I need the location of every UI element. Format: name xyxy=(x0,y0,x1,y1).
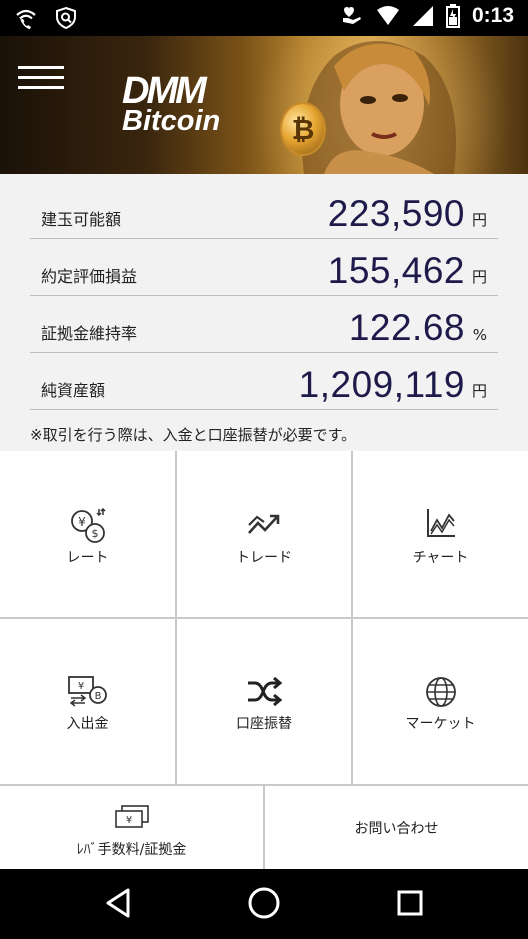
android-nav-bar xyxy=(0,869,528,939)
svg-text:¥: ¥ xyxy=(125,815,131,826)
trend-chart-icon xyxy=(248,514,280,534)
account-summary: 建玉可能額 223,590 円 約定評価損益 155,462 円 証拠金維持率 … xyxy=(0,174,528,451)
summary-row-valuation-pl: 約定評価損益 155,462 円 xyxy=(30,239,498,296)
logo-line1: DMM xyxy=(122,70,207,112)
shuffle-icon xyxy=(248,677,282,707)
menu-account-transfer-button[interactable]: 口座振替 xyxy=(177,619,351,784)
row-value: 223,590 xyxy=(327,193,465,234)
header-banner: DMM Bitcoin ₿ xyxy=(0,36,528,174)
summary-row-position-capacity: 建玉可能額 223,590 円 xyxy=(30,182,498,239)
wifi-calling-icon xyxy=(16,9,36,30)
globe-icon xyxy=(425,677,456,707)
menu-market-button[interactable]: マーケット xyxy=(353,619,528,784)
bitcoin-coin-icon: ₿ xyxy=(280,102,326,156)
row-label: 証拠金維持率 xyxy=(41,324,138,343)
menu-label: チャート xyxy=(412,550,469,566)
row-label: 約定評価損益 xyxy=(41,267,138,286)
menu-chart-button[interactable]: チャート xyxy=(353,451,528,617)
dmm-bitcoin-logo: DMM Bitcoin xyxy=(122,70,250,138)
menu-trade-button[interactable]: トレード xyxy=(177,451,351,617)
menu-rate-button[interactable]: ¥ $ レート xyxy=(0,451,175,617)
svg-text:B: B xyxy=(94,691,101,702)
deposit-note: ※取引を行う際は、入金と口座振替が必要です。 xyxy=(30,426,357,444)
summary-row-net-assets: 純資産額 1,209,119 円 xyxy=(30,353,498,410)
yen-bills-icon: ¥ xyxy=(114,805,149,828)
line-chart-icon xyxy=(426,509,455,537)
svg-text:¥: ¥ xyxy=(77,681,83,692)
row-unit: % xyxy=(472,326,487,344)
home-icon[interactable] xyxy=(247,886,281,920)
status-bar: 0:13 xyxy=(0,0,528,36)
shield-search-icon xyxy=(56,6,76,30)
menu-label: お問い合わせ xyxy=(354,821,439,837)
row-unit: 円 xyxy=(471,382,487,400)
battery-icon xyxy=(445,4,460,28)
menu-label: 口座振替 xyxy=(236,716,292,732)
clock: 0:13 xyxy=(471,4,514,27)
row-label: 建玉可能額 xyxy=(41,210,122,229)
row-value: 122.68 xyxy=(348,307,465,348)
row-value: 1,209,119 xyxy=(298,364,465,405)
hamburger-icon xyxy=(18,66,64,69)
menu-label: トレード xyxy=(236,550,292,566)
wifi-icon xyxy=(376,6,399,25)
menu-deposit-withdraw-button[interactable]: ¥ B 入出金 xyxy=(0,619,175,784)
menu-label: ﾚﾊﾞ手数料/証拠金 xyxy=(76,842,187,858)
logo-line2: Bitcoin xyxy=(122,105,221,137)
recents-icon[interactable] xyxy=(397,890,423,916)
hamburger-menu-button[interactable] xyxy=(18,64,64,92)
back-icon[interactable] xyxy=(104,887,132,919)
row-label: 純資産額 xyxy=(41,381,106,400)
yen-dollar-exchange-icon: ¥ $ xyxy=(70,507,106,543)
summary-row-margin-ratio: 証拠金維持率 122.68 % xyxy=(30,296,498,353)
svg-text:¥: ¥ xyxy=(78,515,86,529)
menu-label: 入出金 xyxy=(66,716,109,732)
menu-contact-button[interactable]: お問い合わせ xyxy=(265,786,528,869)
cell-signal-icon xyxy=(412,6,433,26)
menu-leverage-fee-button[interactable]: ¥ ﾚﾊﾞ手数料/証拠金 xyxy=(0,786,263,869)
row-value: 155,462 xyxy=(327,250,465,291)
row-unit: 円 xyxy=(471,268,487,286)
row-unit: 円 xyxy=(471,211,487,229)
menu-label: レート xyxy=(66,550,109,566)
svg-text:$: $ xyxy=(91,527,98,540)
deposit-withdraw-icon: ¥ B xyxy=(67,676,107,707)
heart-hand-icon xyxy=(342,7,361,24)
main-menu-grid: ¥ $ レート トレード チャート ¥ B 入出金 口座振替 マーケット ¥ ﾚ… xyxy=(0,451,528,869)
menu-label: マーケット xyxy=(405,716,476,732)
